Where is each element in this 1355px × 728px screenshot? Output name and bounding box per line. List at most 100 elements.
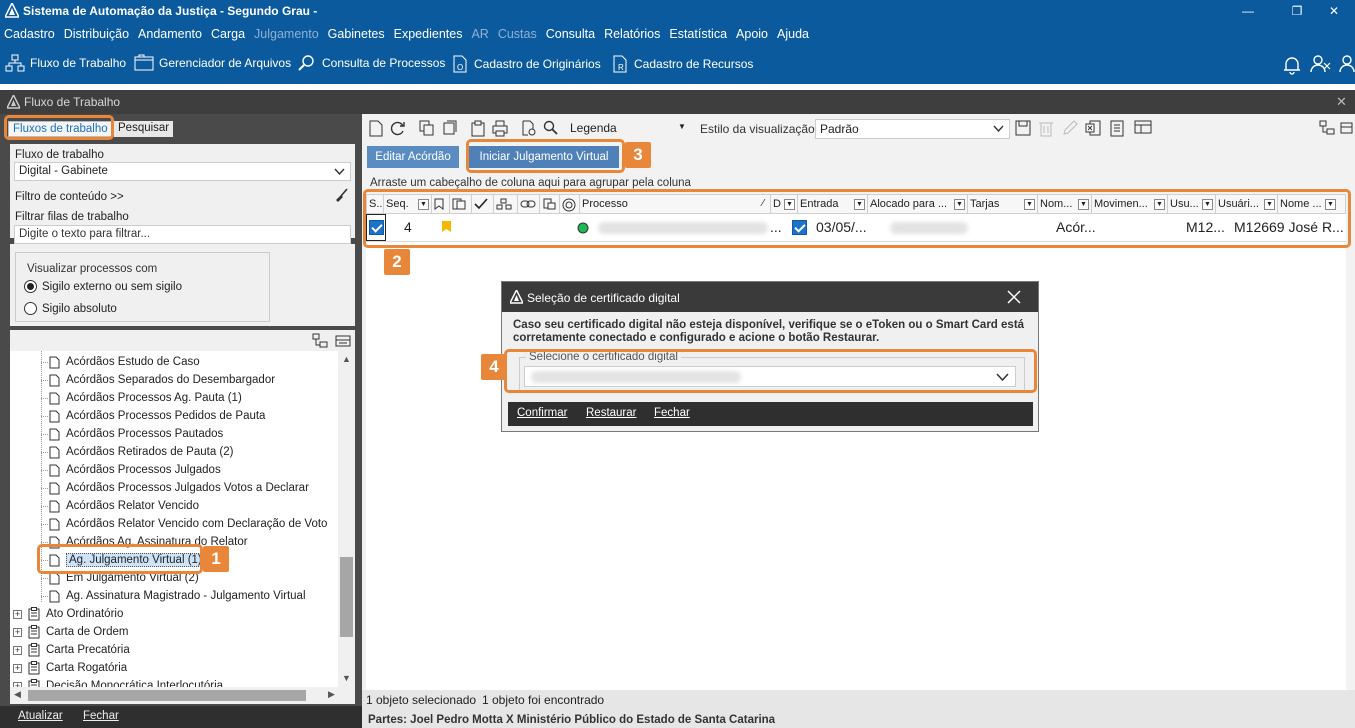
clipboard-icon[interactable] — [470, 120, 486, 137]
panel-close-button[interactable]: ✕ — [1336, 94, 1347, 110]
user-profile-icon[interactable] — [1339, 54, 1355, 74]
atualizar-button[interactable]: Atualizar — [18, 710, 63, 722]
estilo-select[interactable]: Padrão — [815, 119, 1010, 139]
fechar-left-button[interactable]: Fechar — [83, 710, 119, 722]
refresh-icon[interactable] — [390, 120, 406, 137]
tree-item[interactable]: Acórdãos Processos Julgados Votos a Decl… — [49, 479, 309, 497]
visualizar-label: Visualizar processos com — [24, 263, 161, 275]
copy-icon[interactable] — [419, 120, 435, 137]
tree-item[interactable]: Acórdãos Retirados de Pauta (2) — [49, 443, 233, 461]
fechar-dialog-button[interactable]: Fechar — [654, 407, 690, 419]
expand-icon[interactable]: + — [13, 609, 22, 619]
workflow-tree: Acórdãos Estudo de Caso Acórdãos Separado… — [10, 351, 338, 687]
save-icon[interactable] — [1015, 120, 1031, 137]
group-expand-icon[interactable] — [1319, 120, 1335, 137]
menu-distribuicao[interactable]: Distribuição — [64, 27, 129, 41]
consulta-processos-button[interactable]: Consulta de Processos — [297, 54, 445, 72]
scrollbar-thumb[interactable] — [340, 557, 353, 637]
panel-header: Fluxo de Trabalho ✕ — [0, 90, 1355, 114]
tree-item[interactable]: Ag. Assinatura Magistrado - Julgamento V… — [49, 587, 306, 605]
confirmar-button[interactable]: Confirmar — [517, 407, 567, 419]
cadastro-originarios-button[interactable]: O Cadastro de Originários — [451, 54, 601, 74]
export-excel-icon[interactable] — [1085, 120, 1101, 137]
minimize-button[interactable]: — — [1227, 0, 1269, 22]
cadastro-recursos-button[interactable]: R Cadastro de Recursos — [611, 54, 753, 74]
restaurar-button[interactable]: Restaurar — [586, 407, 637, 419]
print-icon[interactable] — [492, 120, 508, 137]
legenda-dropdown-icon[interactable]: ▼ — [678, 122, 686, 131]
menu-consulta[interactable]: Consulta — [546, 27, 595, 41]
menu-relatorios[interactable]: Relatórios — [604, 27, 660, 41]
editar-acordao-button[interactable]: Editar Acórdão — [367, 146, 459, 168]
tree-item[interactable]: Acórdãos Estudo de Caso — [49, 353, 200, 371]
document-icon — [49, 464, 66, 477]
collapse-all-icon[interactable] — [335, 333, 351, 349]
legenda-label[interactable]: Legenda — [570, 121, 617, 135]
document-icon — [49, 410, 66, 423]
tree-item[interactable]: Acórdãos Processos Pautados — [49, 425, 223, 443]
radio-sigilo-externo[interactable]: Sigilo externo ou sem sigilo — [24, 280, 182, 293]
fluxo-section: Fluxo de trabalho Digital - Gabinete Fil… — [10, 144, 355, 244]
tree-group[interactable]: + Carta Rogatória — [13, 659, 127, 677]
tree-vertical-scrollbar[interactable]: ▲ ▼ — [338, 351, 355, 687]
document-icon — [49, 590, 66, 603]
document-search-icon[interactable] — [521, 120, 537, 137]
filtrar-input[interactable]: Digite o texto para filtrar... — [14, 225, 351, 244]
scroll-up-icon[interactable]: ▲ — [342, 354, 351, 364]
tree-item[interactable]: Acórdãos Processos Ag. Pauta (1) — [49, 389, 242, 407]
gerenciador-arquivos-button[interactable]: Gerenciador de Arquivos — [134, 54, 291, 72]
hscroll-thumb[interactable] — [28, 690, 306, 701]
expand-icon[interactable]: + — [13, 645, 22, 655]
notification-bell-icon[interactable] — [1282, 55, 1302, 75]
menu-carga[interactable]: Carga — [211, 27, 245, 41]
legend-icon[interactable] — [543, 120, 559, 137]
tab-pesquisar[interactable]: Pesquisar — [114, 121, 174, 137]
tree-item[interactable]: Acórdãos Relator Vencido — [49, 497, 199, 515]
expand-icon[interactable]: + — [13, 663, 22, 673]
users-icon[interactable] — [1310, 54, 1332, 74]
fluxo-trabalho-button[interactable]: Fluxo de Trabalho — [5, 54, 126, 72]
consulta-processos-label: Consulta de Processos — [322, 56, 446, 70]
tree-item[interactable]: Acórdãos Processos Julgados — [49, 461, 221, 479]
tree-item[interactable]: Acórdãos Separados do Desembargador — [49, 371, 275, 389]
fluxo-select[interactable]: Digital - Gabinete — [14, 162, 351, 181]
filtrar-placeholder: Digite o texto para filtrar... — [19, 228, 151, 240]
new-document-icon[interactable] — [368, 120, 384, 137]
tree-item[interactable]: Acórdãos Processos Pedidos de Pauta — [49, 407, 265, 425]
menu-ar: AR — [471, 27, 489, 41]
export-list-icon[interactable] — [1109, 120, 1125, 137]
tree-connector — [41, 524, 48, 525]
scroll-down-icon[interactable]: ▼ — [342, 673, 351, 683]
tree-group[interactable]: + Ato Ordinatório — [13, 605, 123, 623]
callout-badge-1: 1 — [203, 546, 229, 572]
columns-icon[interactable] — [1134, 120, 1152, 137]
document-icon — [49, 374, 66, 387]
close-window-button[interactable]: ✕ — [1313, 0, 1355, 22]
filtro-conteudo-link[interactable]: Filtro de conteúdo >> — [15, 191, 124, 203]
menu-gabinetes[interactable]: Gabinetes — [328, 27, 385, 41]
scroll-right-icon[interactable]: ▶ — [328, 689, 335, 700]
expand-all-icon[interactable] — [312, 333, 328, 349]
radio-sigilo-absoluto[interactable]: Sigilo absoluto — [24, 302, 117, 315]
chevron-down-icon — [334, 168, 345, 175]
dialog-close-icon[interactable] — [1007, 290, 1021, 304]
expand-icon[interactable]: + — [13, 627, 22, 637]
menu-estatistica[interactable]: Estatística — [669, 27, 727, 41]
tree-group[interactable]: + Carta de Ordem — [13, 623, 128, 641]
group-collapse-icon[interactable] — [1340, 120, 1353, 137]
tree-item[interactable]: Acórdãos Relator Vencido com Declaração … — [49, 515, 327, 533]
menu-andamento[interactable]: Andamento — [138, 27, 202, 41]
tree-horizontal-scrollbar[interactable]: ◀ ▶ — [10, 687, 355, 704]
restore-button[interactable]: ❐ — [1276, 0, 1318, 22]
menu-cadastro[interactable]: Cadastro — [4, 27, 55, 41]
menu-ajuda[interactable]: Ajuda — [777, 27, 809, 41]
tree-group-label: Ato Ordinatório — [46, 608, 124, 620]
duplicate-icon[interactable] — [441, 120, 457, 137]
menu-expedientes[interactable]: Expedientes — [394, 27, 463, 41]
tree-connector — [41, 434, 48, 435]
tree-group[interactable]: + Decisão Monocrática Interlocutória — [13, 677, 223, 687]
menu-apoio[interactable]: Apoio — [736, 27, 768, 41]
tree-group[interactable]: + Carta Precatória — [13, 641, 130, 659]
scroll-left-icon[interactable]: ◀ — [14, 689, 21, 700]
broom-icon[interactable] — [334, 188, 349, 203]
